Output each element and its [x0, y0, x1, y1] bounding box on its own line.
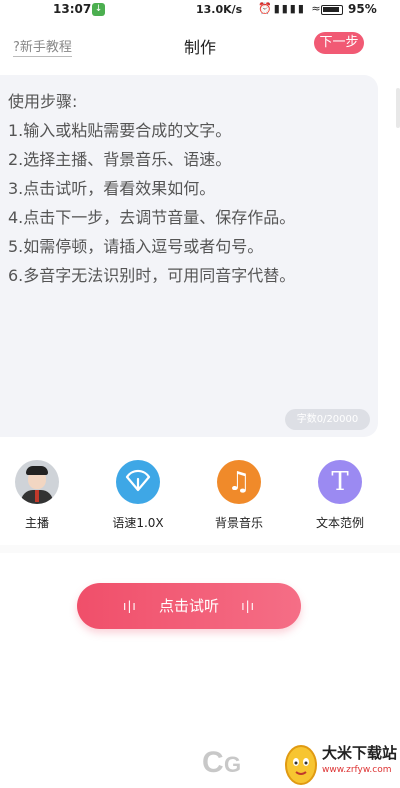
instruction-line: 2.选择主播、背景音乐、语速。	[8, 150, 232, 169]
speedometer-icon	[116, 460, 160, 504]
svg-text:G: G	[224, 752, 241, 777]
instruction-line: 1.输入或粘贴需要合成的文字。	[8, 121, 232, 140]
instruction-line: 使用步骤:	[8, 92, 78, 111]
sample-text-option[interactable]: T 文本范例	[300, 460, 380, 531]
section-divider	[0, 545, 400, 553]
speed-label: 语速1.0X	[112, 516, 164, 530]
anchor-label: 主播	[24, 516, 49, 530]
battery-icon	[321, 5, 343, 15]
options-toolbar: 主播 语速1.0X ♫ 背景音乐 T 文本范例	[0, 450, 400, 545]
music-note-icon: ♫	[217, 460, 261, 504]
status-time: 13:07	[53, 2, 92, 16]
music-option[interactable]: ♫ 背景音乐	[199, 460, 279, 531]
watermark-logo-icon: C G	[202, 746, 241, 779]
sound-wave-left-icon: ı|ı	[123, 599, 137, 613]
watermark-url: www.zrfyw.com	[322, 765, 392, 775]
battery-fill	[323, 7, 339, 12]
svg-text:C: C	[202, 746, 224, 779]
instructions-placeholder: 使用步骤: 1.输入或粘贴需要合成的文字。 2.选择主播、背景音乐、语速。 3.…	[8, 87, 295, 290]
char-count-badge: 字数0/20000	[285, 409, 370, 430]
watermark: C G 大米下载站 www.zrfyw.com	[200, 738, 400, 788]
preview-label: 点击试听	[158, 597, 219, 615]
next-step-button[interactable]: 下一步	[314, 32, 364, 54]
status-bar: 13:07 ↓ 13.0K/s ⏰▮▮▮▮ ≈ 95%	[0, 0, 400, 22]
sound-wave-right-icon: ı|ı	[241, 599, 255, 613]
preview-play-button[interactable]: ı|ı 点击试听 ı|ı	[77, 583, 301, 629]
text-input-area[interactable]: 使用步骤: 1.输入或粘贴需要合成的文字。 2.选择主播、背景音乐、语速。 3.…	[0, 75, 378, 437]
edge-handle	[396, 88, 400, 128]
instruction-line: 6.多音字无法识别时，可用同音字代替。	[8, 266, 296, 285]
signal-wifi-icons: ⏰▮▮▮▮ ≈	[258, 2, 323, 15]
instruction-line: 5.如需停顿，请插入逗号或者句号。	[8, 237, 264, 256]
watermark-site-name: 大米下载站	[322, 744, 398, 762]
mascot-egg-icon	[285, 745, 317, 785]
instruction-line: 4.点击下一步，去调节音量、保存作品。	[8, 208, 296, 227]
music-label: 背景音乐	[214, 516, 263, 530]
instruction-line: 3.点击试听，看看效果如何。	[8, 179, 216, 198]
text-t-icon: T	[318, 460, 362, 504]
network-speed: 13.0K/s	[196, 3, 243, 16]
header: ?新手教程 制作 下一步	[0, 22, 400, 68]
battery-percent: 95%	[348, 2, 377, 16]
anchor-avatar-icon	[15, 460, 59, 504]
anchor-option[interactable]: 主播	[0, 460, 77, 531]
app-notification-icon: ↓	[92, 3, 105, 16]
speed-option[interactable]: 语速1.0X	[98, 460, 178, 531]
sample-text-label: 文本范例	[315, 516, 364, 530]
